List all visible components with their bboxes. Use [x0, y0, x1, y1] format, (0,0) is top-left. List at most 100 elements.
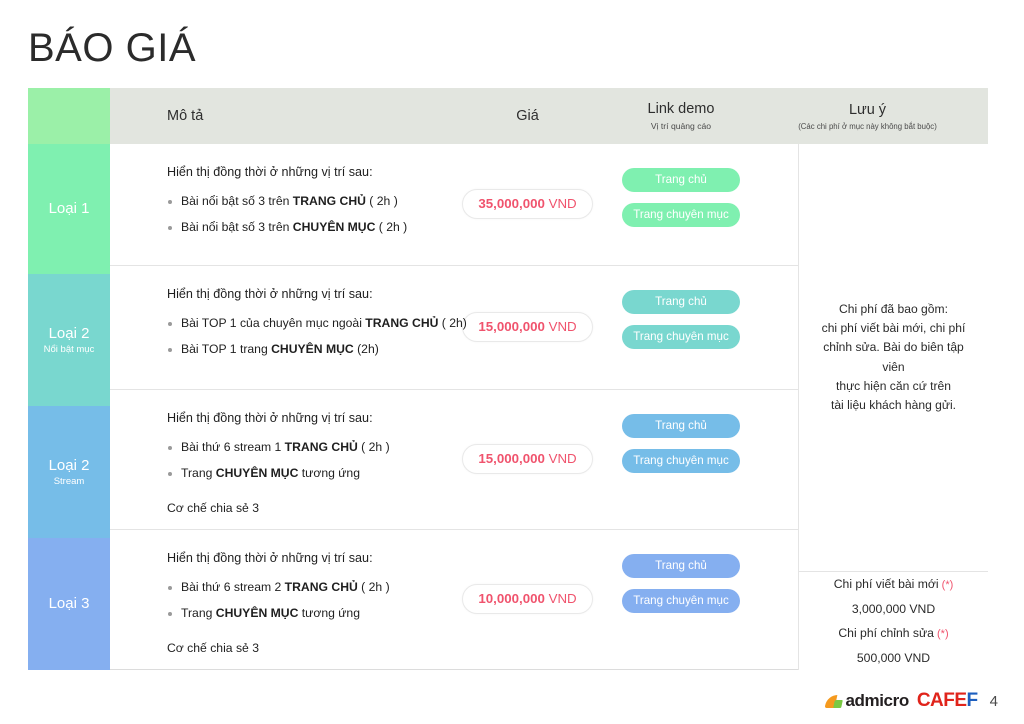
category-subtitle: Nổi bật mục [43, 343, 95, 355]
price-currency: VND [544, 591, 577, 607]
header-link-demo-sublabel: Vị trí quảng cáo [650, 121, 712, 132]
description-footnote: Cơ chế chia sẻ 3 [167, 641, 259, 655]
table-row: Hiển thị đồng thời ở những vị trí sau: Bà… [110, 144, 798, 266]
description-bullet-list: Bài nổi bật số 3 trên TRANG CHỦ ( 2h ) Bà… [167, 193, 432, 245]
category-title: Loại 3 [48, 594, 90, 612]
description-bullet: Trang CHUYÊN MỤC tương ứng [167, 465, 432, 482]
pricing-table: Mô tả Giá Link demo Vị trí quảng cáo Lưu… [28, 88, 988, 670]
rows-column: Hiển thị đồng thời ở những vị trí sau: Bà… [110, 144, 798, 670]
note-line: Chi phí đã bao gồm: [839, 301, 948, 316]
table-body: Loại 1 Loại 2 Nổi bật mục Loại 2 Stream Loại … [28, 144, 988, 670]
description-cell: Hiển thị đồng thời ở những vị trí sau: Bà… [110, 530, 440, 669]
home-page-link-button[interactable]: Trang chủ [622, 553, 740, 578]
note-cell-row1: Chi phí đã bao gồm: chi phí viết bài mới,… [798, 144, 988, 573]
description-bullet: Bài nổi bật số 3 trên TRANG CHỦ ( 2h ) [167, 193, 432, 210]
description-bullet: Bài thứ 6 stream 2 TRANG CHỦ ( 2h ) [167, 579, 432, 596]
admicro-mark-icon [825, 694, 844, 709]
header-price-label: Giá [516, 107, 539, 124]
description-cell: Hiển thị đồng thời ở những vị trí sau: Bà… [110, 266, 467, 389]
price-amount: 35,000,000 [478, 196, 545, 212]
description-footnote: Cơ chế chia sẻ 3 [167, 500, 259, 515]
description-bullet: Bài nổi bật số 3 trên CHUYÊN MỤC ( 2h ) [167, 219, 432, 236]
home-page-link-button[interactable]: Trang chủ [622, 289, 740, 314]
price-currency: VND [544, 196, 577, 212]
price-badge: 10,000,000 VND [462, 584, 593, 615]
description-intro: Hiển thị đồng thời ở những vị trí sau: [167, 410, 373, 425]
note-line: 3,000,000 VND [851, 601, 936, 616]
description-intro: Hiển thị đồng thời ở những vị trí sau: [167, 550, 373, 565]
note-line: Chi phí chỉnh sửa (*) [838, 626, 949, 641]
description-intro: Hiển thị đồng thời ở những vị trí sau: [167, 286, 373, 301]
home-page-link-button[interactable]: Trang chủ [622, 413, 740, 438]
table-row: Hiển thị đồng thời ở những vị trí sau: Bà… [110, 265, 798, 390]
table-body-inner: Hiển thị đồng thời ở những vị trí sau: Bà… [110, 144, 988, 670]
category-cell-4[interactable]: Loại 3 [28, 537, 110, 670]
header-columns: Mô tả Giá Link demo Vị trí quảng cáo Lưu… [110, 88, 988, 144]
link-demo-cell: Trang chủ Trang chuyên mục [615, 530, 747, 669]
category-page-link-button[interactable]: Trang chuyên mục [622, 588, 740, 613]
note-merged-text: Chi phí viết bài mới (*) 3,000,000 VND Chi… [834, 572, 954, 670]
cafef-f-text: F [966, 690, 979, 711]
description-cell: Hiển thị đồng thời ở những vị trí sau: Bà… [110, 390, 440, 529]
category-cell-3[interactable]: Loại 2 Stream [28, 405, 110, 538]
note-line: tài liệu khách hàng gửi. [830, 398, 957, 413]
note-line: 500,000 VND [856, 650, 931, 665]
header-description-label: Mô tả [167, 107, 204, 124]
note-line: chỉnh sửa. Bài do biên tập viên [823, 340, 964, 374]
link-demo-cell: Trang chủ Trang chuyên mục [615, 266, 747, 389]
description-bullet: Bài TOP 1 của chuyên mục ngoài TRANG CHỦ… [167, 315, 467, 332]
table-header-row: Mô tả Giá Link demo Vị trí quảng cáo Lưu… [28, 88, 988, 144]
category-page-link-button[interactable]: Trang chuyên mục [622, 203, 740, 227]
note-asterisk: (*) [933, 628, 949, 641]
price-currency: VND [544, 319, 577, 335]
header-link-demo: Link demo Vị trí quảng cáo [615, 100, 747, 131]
table-row: Hiển thị đồng thời ở những vị trí sau: Bà… [110, 529, 798, 670]
note-line: thực hiện căn cứ trên [835, 379, 951, 394]
description-bullet: Bài TOP 1 trang CHUYÊN MỤC (2h) [167, 341, 432, 358]
header-note-sublabel: (Các chi phí ở mục này không bắt buộc) [798, 121, 937, 131]
price-currency: VND [544, 451, 577, 467]
slide-root: BÁO GIÁ Mô tả Giá Link demo Vị trí quảng… [0, 0, 1024, 724]
note-line: Chi phí viết bài mới (*) [833, 577, 954, 592]
description-cell: Hiển thị đồng thời ở những vị trí sau: Bà… [110, 144, 440, 265]
header-note: Lưu ý (Các chi phí ở mục này không bắt b… [747, 101, 988, 131]
category-page-link-button[interactable]: Trang chuyên mục [622, 324, 740, 349]
price-badge: 15,000,000 VND [462, 312, 593, 343]
description-bullet: Bài thứ 6 stream 1 TRANG CHỦ ( 2h ) [167, 439, 432, 456]
header-price: Giá [440, 107, 615, 125]
category-title: Loại 2 [48, 324, 90, 342]
description-bullet-list: Bài TOP 1 của chuyên mục ngoài TRANG CHỦ… [167, 315, 467, 367]
note-column: Chi phí đã bao gồm: chi phí viết bài mới,… [798, 144, 988, 670]
category-cell-2[interactable]: Loại 2 Nổi bật mục [28, 273, 110, 406]
price-amount: 10,000,000 [478, 591, 545, 607]
header-link-demo-label: Link demo [647, 101, 715, 118]
category-title: Loại 2 [48, 456, 90, 474]
price-badge: 15,000,000 VND [462, 444, 593, 475]
cafef-logo: CAFEF [917, 690, 978, 712]
description-bullet: Trang CHUYÊN MỤC tương ứng [167, 605, 432, 622]
description-intro: Hiển thị đồng thời ở những vị trí sau: [167, 165, 373, 179]
category-page-link-button[interactable]: Trang chuyên mục [622, 448, 740, 473]
price-cell: 10,000,000 VND [440, 530, 615, 669]
note-asterisk: (*) [938, 579, 954, 592]
admicro-wordmark: admicro [845, 691, 909, 710]
description-bullet-list: Bài thứ 6 stream 2 TRANG CHỦ ( 2h ) Trang… [167, 579, 432, 631]
footer: admicro CAFEF 4 [825, 690, 998, 712]
admicro-logo: admicro [825, 691, 909, 711]
page-title: BÁO GIÁ [28, 26, 196, 70]
description-bullet-list: Bài thứ 6 stream 1 TRANG CHỦ ( 2h ) Trang… [167, 439, 432, 491]
page-number: 4 [989, 692, 998, 710]
price-cell: 35,000,000 VND [440, 144, 615, 265]
note-cell-merged: Chi phí viết bài mới (*) 3,000,000 VND Chi… [798, 572, 988, 670]
price-badge: 35,000,000 VND [462, 189, 593, 220]
category-column: Loại 1 Loại 2 Nổi bật mục Loại 2 Stream Loại … [28, 144, 110, 670]
category-cell-1[interactable]: Loại 1 [28, 144, 110, 274]
link-demo-cell: Trang chủ Trang chuyên mục [615, 144, 747, 265]
price-amount: 15,000,000 [478, 451, 545, 467]
home-page-link-button[interactable]: Trang chủ [622, 168, 740, 192]
cafef-cafe-text: CAFE [916, 690, 967, 711]
table-row: Hiển thị đồng thời ở những vị trí sau: Bà… [110, 389, 798, 530]
header-description: Mô tả [110, 107, 440, 125]
note-line: chi phí viết bài mới, chi phí [821, 321, 966, 335]
header-category-cell [28, 88, 110, 144]
